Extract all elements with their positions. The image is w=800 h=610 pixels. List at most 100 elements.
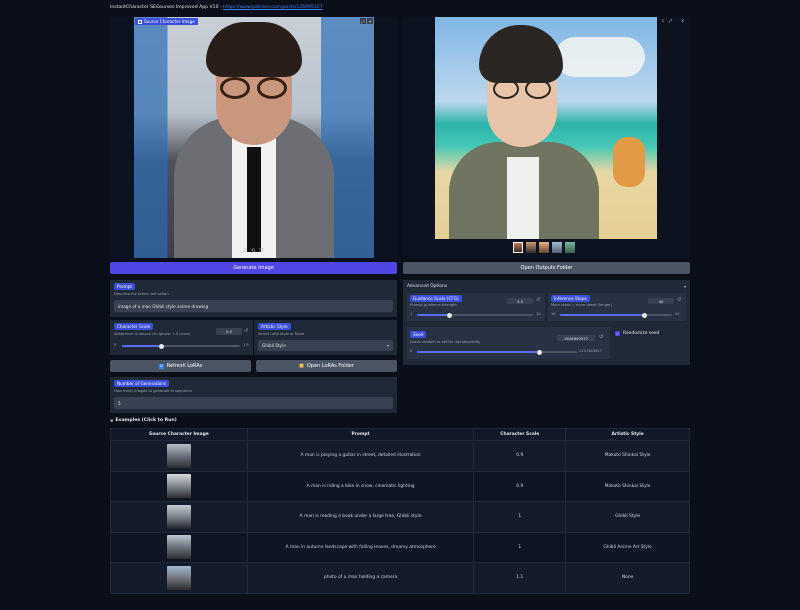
- artistic-style-label: Artistic Style: [258, 323, 291, 330]
- example-prompt[interactable]: A man is playing a guitar in street, det…: [246, 440, 475, 472]
- patreon-link[interactable]: https://www.patreon.com/posts/126995127: [223, 5, 323, 10]
- example-thumbnail[interactable]: [166, 535, 191, 560]
- example-prompt[interactable]: photo of a man holding a camera: [246, 562, 475, 594]
- seed-slider[interactable]: [417, 349, 577, 355]
- example-style[interactable]: None: [565, 562, 690, 594]
- example-thumbnail[interactable]: [166, 474, 191, 499]
- table-row[interactable]: A man is reading a book under a large tr…: [110, 501, 690, 533]
- output-gallery-panel[interactable]: ⤢ ✕ ⇩: [403, 17, 690, 258]
- num-generations-description: How many images to generate in sequence: [114, 389, 193, 393]
- example-scale[interactable]: 1: [473, 501, 567, 533]
- reset-icon[interactable]: ↺: [536, 297, 540, 303]
- refresh-loras-button[interactable]: ↻ Refresh LoRAs: [110, 360, 251, 372]
- generate-button[interactable]: Generate Image: [110, 262, 397, 274]
- source-image-panel[interactable]: Source Character Image ⤢ ✕ ⇩ ⟲ ❐: [110, 17, 397, 258]
- character-scale-description: Adherence to source (0=ignore, 1.5=max): [114, 332, 191, 336]
- example-thumbnail-cell[interactable]: [110, 440, 248, 472]
- chevron-down-icon: ▾: [683, 284, 686, 289]
- gallery-thumbnails: [513, 242, 575, 253]
- examples-table: Source Character Image Prompt Character …: [110, 428, 690, 594]
- download-icon[interactable]: ⇩: [661, 18, 664, 23]
- open-outputs-button[interactable]: Open Outputs Folder: [403, 262, 690, 274]
- table-row[interactable]: A man is playing a guitar in street, det…: [110, 440, 690, 472]
- example-style[interactable]: Makoto Shinkai Style: [565, 440, 690, 472]
- slider-knob[interactable]: [642, 312, 647, 318]
- steps-value[interactable]: 40: [648, 298, 674, 304]
- example-scale[interactable]: 0.9: [473, 470, 567, 502]
- source-image-label: Source Character Image: [135, 18, 198, 25]
- slider-knob[interactable]: [159, 343, 164, 349]
- seed-block: Seed Leave random or set for reproducibi…: [407, 327, 610, 359]
- reset-icon[interactable]: ↺: [677, 297, 681, 303]
- example-style[interactable]: Ghibli Style: [565, 501, 690, 533]
- artistic-style-dropdown[interactable]: Ghibli Style ▾: [258, 340, 393, 351]
- example-scale[interactable]: 0.9: [473, 440, 567, 472]
- example-thumbnail-cell[interactable]: [110, 470, 248, 502]
- table-row[interactable]: A man in autumn landscape with falling l…: [110, 531, 690, 563]
- num-generations-input[interactable]: 5: [114, 397, 393, 409]
- num-generations-label: Number of Generations: [114, 380, 170, 387]
- example-style[interactable]: Ghibli Anime Art Style: [565, 531, 690, 563]
- column-header: Character Scale: [473, 428, 567, 441]
- gallery-thumbnail[interactable]: [552, 242, 562, 253]
- gallery-thumbnail[interactable]: [539, 242, 549, 253]
- prompt-block: Prompt Describe the scene and action ima…: [110, 280, 397, 317]
- fullscreen-icon[interactable]: ⤢: [669, 18, 672, 23]
- examples-title: ≡ Examples (Click to Run): [110, 418, 177, 423]
- guidance-value[interactable]: 3.5: [507, 298, 533, 304]
- close-icon[interactable]: ✕: [367, 18, 373, 24]
- gallery-thumbnail[interactable]: [526, 242, 536, 253]
- example-thumbnail-cell[interactable]: [110, 562, 248, 594]
- close-icon[interactable]: ✕: [681, 18, 684, 23]
- example-scale[interactable]: 1: [473, 531, 567, 563]
- page-header: InstantCharacter SECourses Improved App …: [110, 5, 323, 10]
- seed-min: 0: [410, 349, 413, 353]
- prompt-label: Prompt: [114, 283, 136, 290]
- steps-slider[interactable]: [560, 312, 672, 318]
- download-icon[interactable]: ⇩: [243, 248, 247, 254]
- column-header: Source Character Image: [110, 428, 248, 441]
- copy-icon[interactable]: ❐: [259, 248, 263, 254]
- example-style[interactable]: Makoto Shinkai Style: [565, 470, 690, 502]
- example-scale[interactable]: 1.1: [473, 562, 567, 594]
- example-thumbnail-cell[interactable]: [110, 501, 248, 533]
- open-loras-button[interactable]: ■ Open LoRAs Folder: [256, 360, 397, 372]
- guidance-slider[interactable]: [417, 312, 533, 318]
- image-icon: [138, 19, 142, 24]
- reset-icon[interactable]: ↺: [599, 334, 603, 340]
- gallery-thumbnail[interactable]: [513, 242, 523, 253]
- table-row[interactable]: photo of a man holding a camera 1.1 None: [110, 562, 690, 594]
- character-scale-label: Character Scale: [114, 323, 154, 330]
- artistic-style-block: Artistic Style Select LoRA style or None…: [254, 320, 397, 355]
- example-prompt[interactable]: A man in autumn landscape with falling l…: [246, 531, 475, 563]
- gallery-thumbnail[interactable]: [565, 242, 575, 253]
- randomize-seed-checkbox[interactable]: ✓ Randomize seed: [615, 331, 659, 336]
- output-image: [435, 17, 657, 239]
- example-thumbnail[interactable]: [166, 504, 191, 529]
- guidance-min: 1: [410, 312, 413, 316]
- steps-label: Inference Steps: [551, 295, 590, 302]
- character-scale-slider[interactable]: [122, 343, 240, 349]
- advanced-options-panel: Advanced Options ▾ Guidance Scale (CFG) …: [403, 280, 690, 365]
- prompt-input[interactable]: image of a man Ghibli style anime drawin…: [114, 300, 393, 312]
- slider-knob[interactable]: [537, 349, 542, 355]
- slider-knob[interactable]: [447, 312, 452, 318]
- share-icon[interactable]: ⟲: [251, 248, 255, 254]
- fullscreen-icon[interactable]: ⤢: [360, 18, 366, 24]
- advanced-options-header[interactable]: Advanced Options ▾: [407, 283, 686, 290]
- artistic-style-description: Select LoRA style or None: [258, 332, 305, 336]
- source-image: [134, 17, 374, 258]
- refresh-icon: ↻: [158, 363, 164, 369]
- example-prompt[interactable]: A man is riding a bike in snow, cinemati…: [246, 470, 475, 502]
- seed-value[interactable]: 1626609527: [557, 335, 595, 341]
- reset-icon[interactable]: ↺: [244, 328, 248, 334]
- character-scale-value[interactable]: 0.5: [216, 328, 242, 335]
- example-prompt[interactable]: A man is reading a book under a large tr…: [246, 501, 475, 533]
- example-thumbnail-cell[interactable]: [110, 531, 248, 563]
- seed-label: Seed: [410, 331, 427, 338]
- checkbox-icon[interactable]: ✓: [615, 331, 620, 336]
- example-thumbnail[interactable]: [166, 443, 191, 468]
- artistic-style-value: Ghibli Style: [262, 343, 286, 348]
- table-row[interactable]: A man is riding a bike in snow, cinemati…: [110, 470, 690, 502]
- example-thumbnail[interactable]: [166, 565, 191, 590]
